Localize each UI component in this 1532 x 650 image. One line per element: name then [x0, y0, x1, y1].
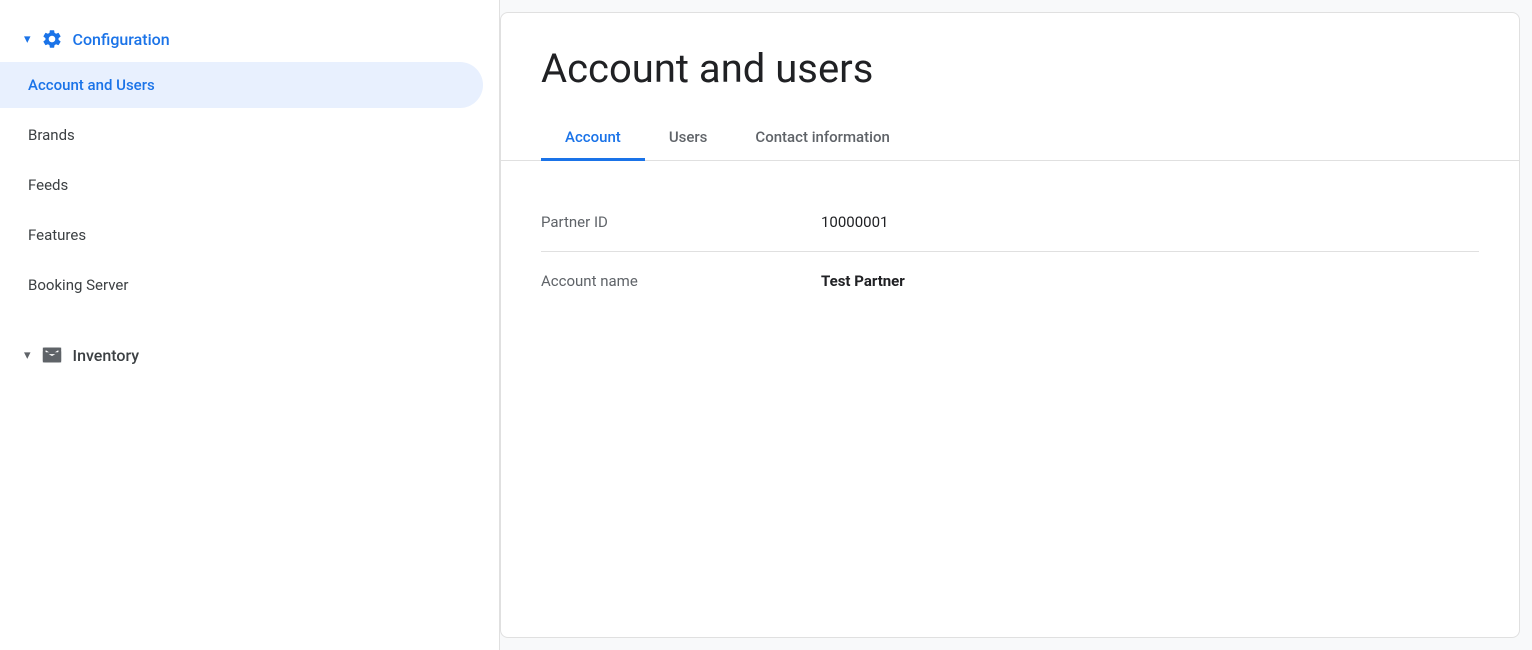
sidebar-configuration-label: Configuration: [73, 30, 170, 49]
sidebar-item-feeds[interactable]: Feeds: [0, 162, 499, 208]
account-name-label: Account name: [541, 272, 821, 290]
partner-id-label: Partner ID: [541, 213, 821, 231]
sidebar-item-booking-server[interactable]: Booking Server: [0, 262, 499, 308]
content-area: Partner ID 10000001 Account name Test Pa…: [501, 161, 1519, 342]
partner-id-row: Partner ID 10000001: [541, 193, 1479, 252]
sidebar-inventory-label: Inventory: [73, 346, 140, 365]
tab-contact-information[interactable]: Contact information: [731, 116, 913, 161]
sidebar-item-brands[interactable]: Brands: [0, 112, 499, 158]
sidebar-item-account-and-users[interactable]: Account and Users: [0, 62, 483, 108]
tab-account[interactable]: Account: [541, 116, 645, 161]
sidebar-item-features[interactable]: Features: [0, 212, 499, 258]
main-content: Account and users Account Users Contact …: [500, 12, 1520, 638]
chevron-down-icon: ▾: [24, 32, 31, 47]
account-name-row: Account name Test Partner: [541, 252, 1479, 310]
sidebar-item-label: Feeds: [28, 176, 68, 194]
sidebar-configuration-header[interactable]: ▾ Configuration: [0, 16, 499, 62]
partner-id-value: 10000001: [821, 213, 888, 231]
tab-users[interactable]: Users: [645, 116, 732, 161]
chevron-down-icon: ▾: [24, 348, 31, 363]
sidebar-item-label: Features: [28, 226, 86, 244]
sidebar-item-label: Booking Server: [28, 276, 128, 294]
sidebar-item-label: Brands: [28, 126, 75, 144]
sidebar-inventory-header[interactable]: ▾ Inventory: [0, 332, 499, 378]
gear-icon: [41, 28, 63, 50]
page-title: Account and users: [501, 13, 1519, 116]
sidebar-item-label: Account and Users: [28, 76, 155, 94]
store-icon: [41, 344, 63, 366]
sidebar: ▾ Configuration Account and Users Brands…: [0, 0, 500, 650]
tabs-bar: Account Users Contact information: [501, 116, 1519, 161]
account-name-value: Test Partner: [821, 272, 905, 290]
